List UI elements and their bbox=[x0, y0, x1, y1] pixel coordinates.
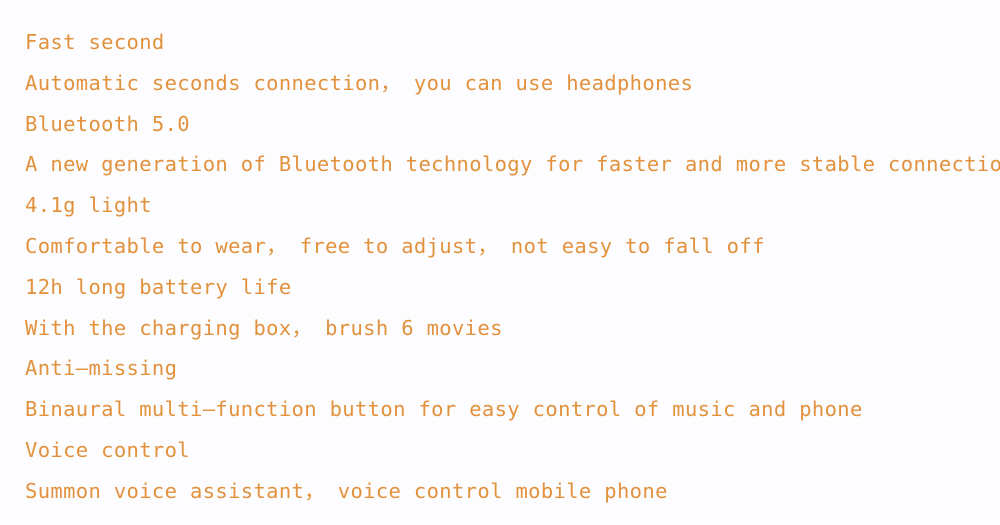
feature-desc-bluetooth-version: A new generation of Bluetooth technology… bbox=[25, 152, 1000, 177]
feature-desc-fast-second: Automatic seconds connection， you can us… bbox=[25, 70, 694, 95]
feature-title-voice-control: Voice control bbox=[25, 437, 190, 462]
feature-desc-weight: Comfortable to wear， free to adjust， not… bbox=[25, 233, 765, 258]
feature-title-weight: 4.1g light bbox=[25, 193, 152, 218]
feature-desc-voice-control: Summon voice assistant， voice control mo… bbox=[25, 478, 668, 503]
feature-title-anti-missing: Anti—missing bbox=[25, 356, 178, 381]
feature-list: Fast second Automatic seconds connection… bbox=[0, 0, 1000, 525]
feature-title-fast-second: Fast second bbox=[25, 30, 165, 54]
feature-title-bluetooth-version: Bluetooth 5.0 bbox=[25, 111, 190, 136]
feature-title-battery-life: 12h long battery life bbox=[25, 274, 292, 299]
feature-desc-anti-missing: Binaural multi—function button for easy … bbox=[25, 397, 863, 422]
feature-desc-battery-life: With the charging box， brush 6 movies bbox=[25, 315, 503, 340]
